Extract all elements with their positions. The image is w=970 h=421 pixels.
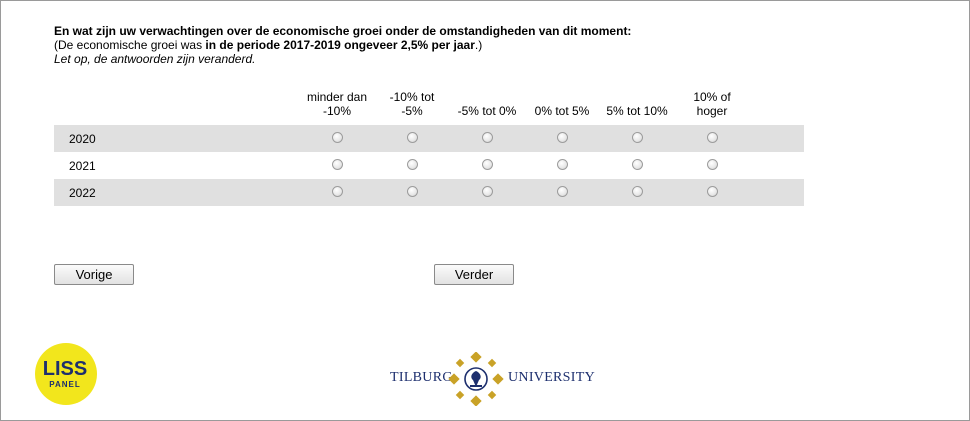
column-header-line1	[525, 90, 599, 104]
column-header-line2: -5%	[401, 104, 423, 118]
row-label: 2020	[69, 132, 96, 146]
radio-2020-option-1[interactable]	[332, 132, 343, 143]
tilburg-university-logo: TILBURG UNIVERSITY	[390, 352, 595, 406]
subtitle-prefix: (De economische groei was	[54, 38, 206, 52]
radio-2022-option-5[interactable]	[632, 186, 643, 197]
radio-2020-option-2[interactable]	[407, 132, 418, 143]
column-header-line1: 10% of	[693, 90, 731, 104]
radio-2021-option-4[interactable]	[557, 159, 568, 170]
radio-2022-option-1[interactable]	[332, 186, 343, 197]
question-note: Let op, de antwoorden zijn veranderd.	[54, 52, 256, 66]
column-header-line2: 0% tot 5%	[534, 104, 590, 118]
subtitle-suffix: .)	[474, 38, 483, 52]
column-header: minder dan -10%	[300, 90, 374, 118]
previous-button[interactable]: Vorige	[54, 264, 134, 285]
column-header-line1	[600, 90, 674, 104]
radio-2022-option-6[interactable]	[707, 186, 718, 197]
grid-row-2021: 2021	[54, 152, 804, 179]
radio-2021-option-2[interactable]	[407, 159, 418, 170]
radio-2022-option-2[interactable]	[407, 186, 418, 197]
column-header: -5% tot 0%	[450, 90, 524, 118]
tilburg-logo-right-text: UNIVERSITY	[508, 370, 595, 385]
radio-2020-option-3[interactable]	[482, 132, 493, 143]
row-label: 2021	[69, 159, 96, 173]
column-header-line2: 5% tot 10%	[606, 104, 668, 118]
grid-row-2020: 2020	[54, 125, 804, 152]
radio-2021-option-1[interactable]	[332, 159, 343, 170]
radio-2020-option-4[interactable]	[557, 132, 568, 143]
column-header-line1: -10% tot	[389, 90, 435, 104]
tilburg-logo-left-text: TILBURG	[390, 370, 453, 385]
column-header: 0% tot 5%	[525, 90, 599, 118]
grid-row-2022: 2022	[54, 179, 804, 206]
column-header-line2: -10%	[322, 104, 351, 118]
subtitle-bold: in de periode 2017-2019 ongeveer 2,5% pe…	[205, 38, 475, 52]
column-header-line1: minder dan	[306, 90, 368, 104]
column-header: -10% tot -5%	[375, 90, 449, 118]
liss-logo-subtext: PANEL	[49, 380, 81, 389]
row-label: 2022	[69, 186, 96, 200]
column-header-line1	[450, 90, 524, 104]
radio-2021-option-5[interactable]	[632, 159, 643, 170]
radio-2022-option-4[interactable]	[557, 186, 568, 197]
column-header: 5% tot 10%	[600, 90, 674, 118]
question-subtitle: (De economische groei was in de periode …	[54, 38, 482, 52]
radio-2020-option-5[interactable]	[632, 132, 643, 143]
tilburg-emblem-icon	[448, 352, 504, 406]
column-header: 10% of hoger	[675, 90, 749, 118]
liss-panel-logo: LISS PANEL	[35, 343, 97, 405]
radio-2021-option-3[interactable]	[482, 159, 493, 170]
radio-2022-option-3[interactable]	[482, 186, 493, 197]
column-header-line2: hoger	[696, 104, 728, 118]
radio-2021-option-6[interactable]	[707, 159, 718, 170]
next-button[interactable]: Verder	[434, 264, 514, 285]
question-title: En wat zijn uw verwachtingen over de eco…	[54, 24, 632, 38]
radio-2020-option-6[interactable]	[707, 132, 718, 143]
liss-logo-text: LISS	[43, 358, 87, 380]
column-header-line2: -5% tot 0%	[457, 104, 517, 118]
